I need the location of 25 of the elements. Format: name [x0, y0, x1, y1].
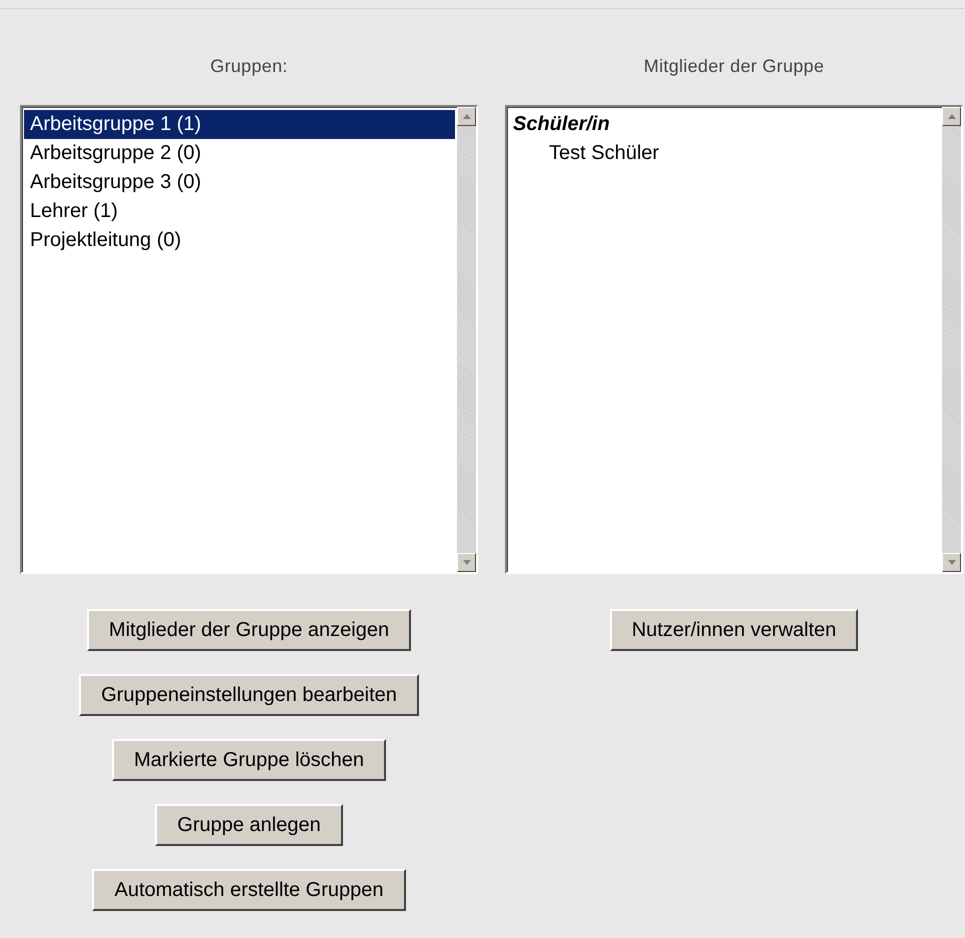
list-item[interactable]: Lehrer (1) — [24, 197, 455, 226]
up-arrow-icon — [948, 114, 956, 119]
down-arrow-icon — [462, 560, 470, 565]
list-item[interactable]: Arbeitsgruppe 1 (1) — [24, 110, 455, 139]
panel-heading: Gruppen: — [209, 55, 289, 78]
list-item[interactable]: Projektleitung (0) — [24, 226, 455, 255]
action-button[interactable]: Gruppeneinstellungen bearbeiten — [79, 674, 419, 716]
scroll-up-button[interactable] — [942, 107, 961, 126]
action-button[interactable]: Nutzer/innen verwalten — [610, 609, 858, 651]
scroll-up-button[interactable] — [457, 107, 476, 126]
list-box[interactable]: Arbeitsgruppe 1 (1) Arbeitsgruppe 2 (0) Arbeitsgruppe 3 (0) Lehrer (1) Projektleitung (0) — [20, 105, 478, 574]
scroll-down-button[interactable] — [457, 553, 476, 572]
action-button[interactable]: Markierte Gruppe löschen — [112, 739, 386, 781]
list-item[interactable]: Arbeitsgruppe 3 (0) — [24, 168, 455, 197]
group-label: Schüler/in — [512, 112, 611, 137]
action-button[interactable]: Mitglieder der Gruppe anzeigen — [86, 609, 412, 651]
list-item[interactable]: Test Schüler — [509, 139, 940, 168]
list-item[interactable]: Arbeitsgruppe 2 (0) — [24, 139, 455, 168]
down-arrow-icon — [948, 560, 956, 565]
panel-heading: Mitglieder der Gruppe — [642, 55, 826, 78]
action-button[interactable]: Gruppe anlegen — [155, 804, 343, 846]
action-button[interactable]: Automatisch erstellte Gruppen — [92, 869, 406, 911]
up-arrow-icon — [462, 114, 470, 119]
scroll-down-button[interactable] — [942, 553, 961, 572]
list-box[interactable]: Schüler/in Test Schüler — [505, 105, 963, 574]
